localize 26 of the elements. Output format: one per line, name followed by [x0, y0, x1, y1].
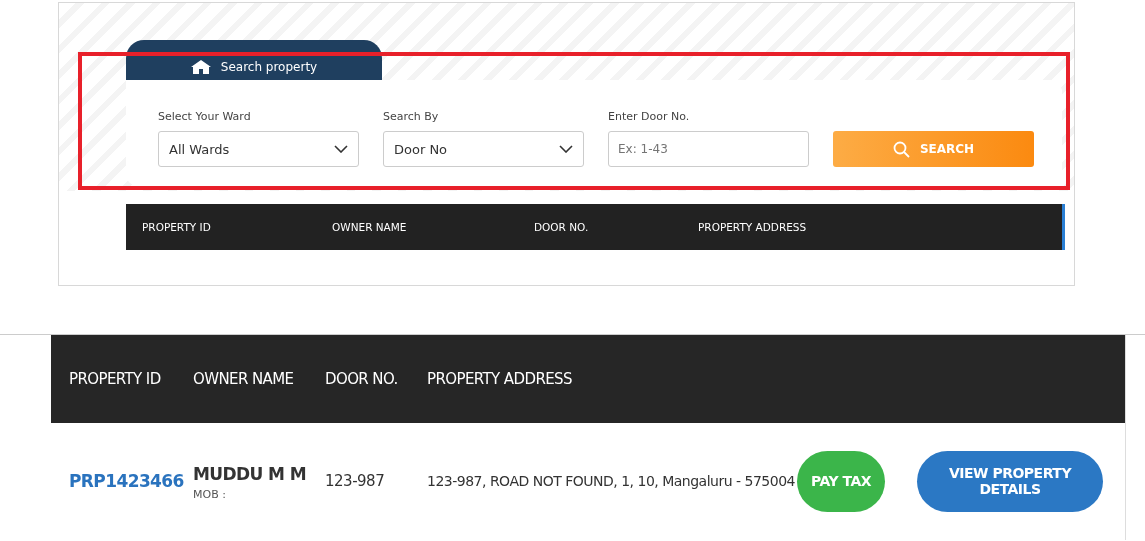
field-label: Enter Door No. [608, 110, 691, 123]
mobile-label: MOB : [193, 487, 226, 501]
column-header: OWNER NAME [332, 221, 408, 233]
search-icon [892, 140, 910, 158]
column-header: DOOR NO. [325, 370, 399, 388]
field-label: Select Your Ward [158, 110, 252, 123]
search-property-tab[interactable]: Search property [126, 40, 382, 80]
pay-tax-button[interactable]: PAY TAX [797, 450, 885, 512]
view-details-button[interactable]: VIEW PROPERTY DETAILS [917, 450, 1103, 512]
column-header: PROPERTY ID [142, 221, 212, 233]
table-cell-text: 123-987, ROAD NOT FOUND, 1, 10, Mangaluru - 575004 [427, 473, 796, 489]
chevron-down-icon [334, 145, 348, 153]
table-cell-text: 123-987 [325, 472, 386, 490]
owner-name: MUDDU M M [193, 463, 307, 484]
column-header: OWNER NAME [193, 370, 295, 388]
select-field[interactable]: All Wards [158, 131, 359, 167]
field-label: Search By [383, 110, 440, 123]
column-header: PROPERTY ADDRESS [698, 221, 808, 233]
column-header: DOOR NO. [534, 221, 590, 233]
column-header: PROPERTY ID [69, 370, 162, 388]
property-id-link[interactable]: PRP1423466 [69, 471, 193, 491]
column-header: PROPERTY ADDRESS [427, 370, 573, 388]
door-number-field[interactable]: Ex: 1-43 [608, 131, 809, 167]
home-icon [190, 60, 211, 74]
select-field[interactable]: Door No [383, 131, 584, 167]
chevron-down-icon [559, 145, 573, 153]
